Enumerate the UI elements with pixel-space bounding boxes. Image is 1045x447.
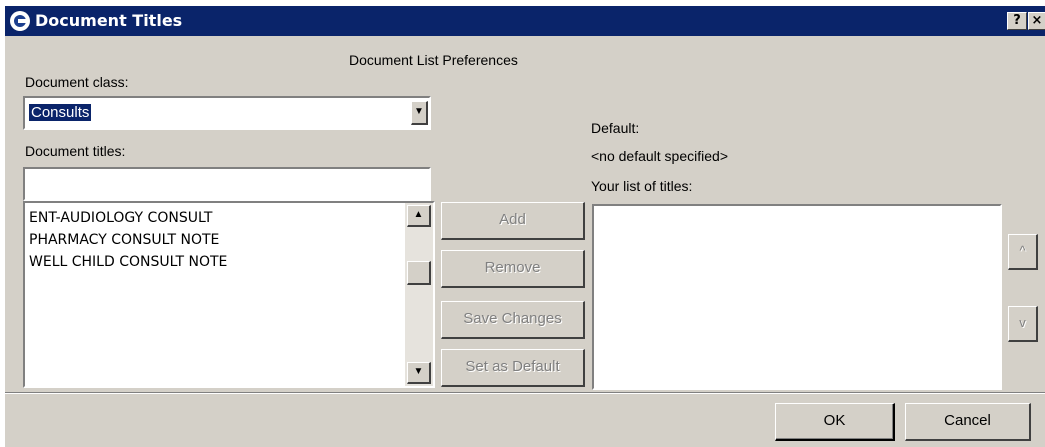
list-item[interactable]: PHARMACY CONSULT NOTE — [29, 229, 227, 251]
document-titles-dialog: Document Titles ? × Document List Prefer… — [4, 6, 1045, 447]
help-button[interactable]: ? — [1007, 12, 1027, 30]
scroll-down-icon[interactable]: ▼ — [407, 362, 431, 384]
document-class-label: Document class: — [25, 74, 129, 90]
add-button[interactable]: Add — [441, 202, 585, 240]
document-titles-search-input[interactable] — [23, 167, 431, 201]
document-titles-list[interactable]: ENT-AUDIOLOGY CONSULT PHARMACY CONSULT N… — [23, 201, 435, 388]
your-titles-label: Your list of titles: — [591, 178, 693, 194]
document-titles-label: Document titles: — [25, 143, 126, 159]
move-up-button[interactable]: ^ — [1008, 234, 1038, 270]
title-bar[interactable]: Document Titles ? × — [5, 6, 1045, 36]
remove-button[interactable]: Remove — [441, 250, 585, 288]
cancel-button[interactable]: Cancel — [905, 403, 1031, 441]
preferences-heading: Document List Preferences — [349, 52, 518, 68]
default-label: Default: — [591, 120, 640, 136]
document-titles-scrollbar[interactable]: ▲ ▼ — [405, 203, 433, 386]
set-as-default-button[interactable]: Set as Default — [441, 349, 585, 387]
move-down-button[interactable]: v — [1008, 306, 1038, 342]
list-item[interactable]: ENT-AUDIOLOGY CONSULT — [29, 207, 227, 229]
list-item[interactable]: WELL CHILD CONSULT NOTE — [29, 251, 227, 273]
chevron-down-icon[interactable]: ▼ — [411, 101, 428, 125]
save-changes-button[interactable]: Save Changes — [441, 301, 585, 339]
your-titles-list[interactable] — [592, 204, 1002, 390]
document-titles-items: ENT-AUDIOLOGY CONSULT PHARMACY CONSULT N… — [29, 207, 227, 273]
window-title: Document Titles — [35, 11, 183, 30]
ok-button[interactable]: OK — [775, 403, 895, 441]
app-logo-icon — [10, 11, 30, 31]
close-button[interactable]: × — [1028, 12, 1045, 30]
scroll-up-icon[interactable]: ▲ — [407, 205, 431, 227]
scroll-thumb[interactable] — [407, 261, 431, 285]
default-value: <no default specified> — [591, 148, 728, 164]
document-class-dropdown[interactable]: Consults ▼ — [23, 96, 431, 130]
document-class-selected: Consults — [29, 104, 92, 121]
footer-divider — [5, 392, 1045, 394]
